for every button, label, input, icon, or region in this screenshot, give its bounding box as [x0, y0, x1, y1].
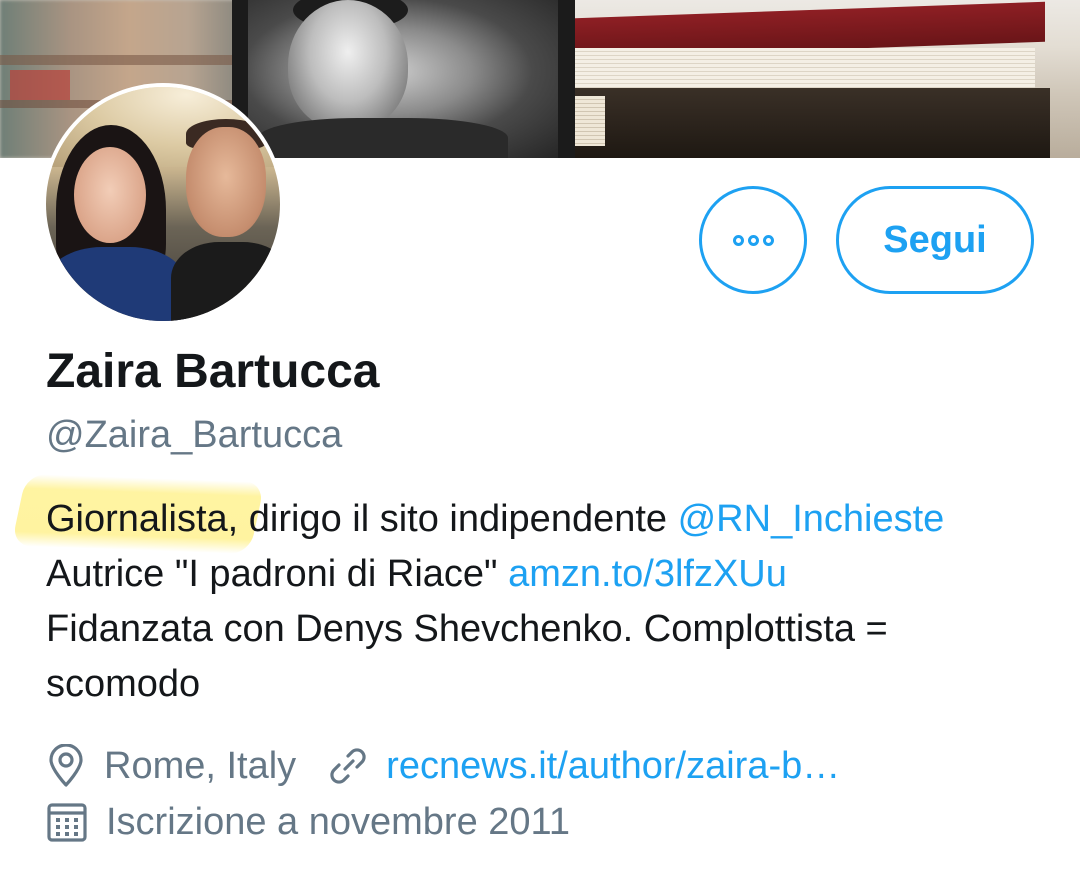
bio-url-link[interactable]: amzn.to/3lfzXUu	[508, 553, 787, 595]
link-icon	[326, 744, 370, 788]
bio-text: Autrice "I padroni di Riace"	[46, 553, 509, 595]
avatar-person-body	[46, 247, 186, 321]
bio-mention-link[interactable]: @RN_Inchieste	[678, 498, 945, 540]
profile-page: Segui Zaira Bartucca @Zaira_Bartucca Gio…	[0, 0, 1080, 869]
map-pin-icon	[46, 744, 86, 788]
banner-portrait-photo	[248, 0, 558, 158]
more-options-button[interactable]	[699, 186, 807, 294]
banner-books	[575, 0, 1080, 158]
location-text: Rome, Italy	[104, 744, 297, 787]
profile-bio: Giornalista, dirigo il sito indipendente…	[46, 492, 1056, 712]
dot	[762, 234, 774, 246]
portrait-face	[288, 0, 408, 130]
avatar-person-face	[186, 127, 266, 237]
bio-text: Giornalista,	[46, 498, 239, 540]
bio-line: Autrice "I padroni di Riace" amzn.to/3lf…	[46, 547, 1056, 602]
dot	[732, 234, 744, 246]
profile-name: Zaira Bartucca	[46, 345, 380, 398]
website-link[interactable]: recnews.it/author/zaira-b…	[386, 745, 840, 788]
more-dots-icon	[731, 234, 776, 246]
bio-line: Giornalista, dirigo il sito indipendente…	[46, 492, 1056, 547]
follow-button[interactable]: Segui	[836, 186, 1034, 294]
banner-book-pages	[575, 96, 605, 146]
bio-line: scomodo	[46, 663, 201, 705]
avatar[interactable]	[42, 83, 284, 325]
banner-book-pages	[575, 48, 1035, 88]
avatar-person-face	[74, 147, 146, 243]
avatar-photo	[46, 87, 280, 321]
bio-line: Fidanzata con Denys Shevchenko. Complott…	[46, 608, 888, 650]
profile-handle: @Zaira_Bartucca	[46, 414, 343, 456]
avatar-person-body	[171, 242, 280, 321]
dot	[747, 234, 759, 246]
joined-date-text: Iscrizione a novembre 2011	[106, 800, 570, 843]
calendar-icon	[46, 801, 88, 843]
profile-meta-row: Iscrizione a novembre 2011	[46, 797, 570, 847]
banner-dark-book	[575, 88, 1050, 158]
portrait-collar	[258, 118, 508, 158]
bio-text: dirigo il sito indipendente	[238, 498, 678, 540]
profile-meta-row: Rome, Italy recnews.it/author/zaira-b…	[46, 741, 840, 791]
banner-shelf	[0, 55, 235, 65]
